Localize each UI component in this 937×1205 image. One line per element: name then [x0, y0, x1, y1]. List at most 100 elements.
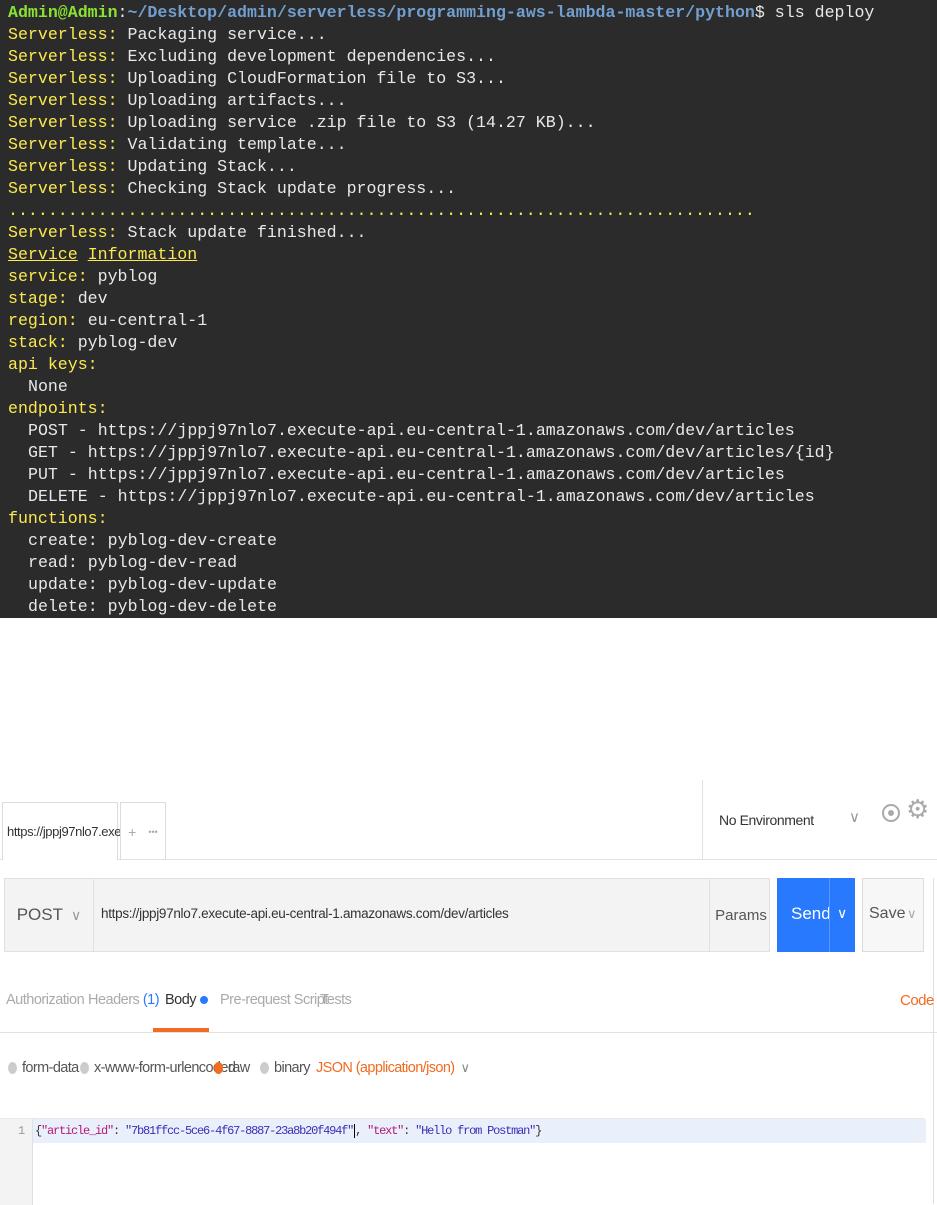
log-line: Serverless: Packaging service...	[8, 24, 937, 46]
log-line: Serverless: Updating Stack...	[8, 156, 937, 178]
tab-headers[interactable]: Headers (1)	[88, 992, 160, 1008]
active-tab-underline	[153, 1028, 209, 1032]
json-key: "text"	[367, 1124, 404, 1138]
tab-bar: https://jppj97nlo7.exe + ••• No Environm…	[0, 780, 937, 860]
send-divider	[829, 878, 830, 952]
more-tabs-icon[interactable]: •••	[148, 827, 157, 837]
radio-raw[interactable]: raw	[214, 1060, 250, 1076]
log-line: Serverless: Uploading artifacts...	[8, 90, 937, 112]
gear-icon[interactable]: ⚙	[906, 794, 929, 824]
radio-icon	[8, 1062, 17, 1074]
line-gutter: 1	[0, 1119, 33, 1205]
log-prefix: Serverless:	[8, 135, 118, 154]
log-line: Serverless: Validating template...	[8, 134, 937, 156]
info-api-keys-value: None	[28, 377, 68, 396]
code-link[interactable]: Code	[900, 992, 934, 1009]
request-tab[interactable]: https://jppj97nlo7.exe	[2, 802, 122, 860]
tab-headers-label: Headers	[88, 992, 140, 1008]
prompt-user: Admin@Admin	[8, 3, 118, 22]
radio-label: raw	[228, 1060, 250, 1076]
chevron-down-icon: ∨	[849, 809, 860, 826]
info-value: eu-central-1	[87, 311, 208, 330]
save-button[interactable]: Save ∨	[862, 878, 924, 952]
environment-quick-look-icon[interactable]	[882, 804, 900, 822]
save-options-chevron-icon[interactable]: ∨	[907, 906, 917, 922]
log-prefix: Serverless:	[8, 69, 118, 88]
tab-authorization[interactable]: Authorization	[6, 992, 85, 1008]
send-label: Send	[791, 904, 831, 923]
json-value: "7b81ffcc-5ce6-4f67-8887-23a8b20f494f"	[125, 1124, 354, 1138]
log-prefix: Serverless:	[8, 25, 118, 44]
method-select[interactable]: POST ∨	[5, 879, 94, 951]
info-service: service: pyblog	[8, 266, 937, 288]
terminal-window[interactable]: Admin@Admin:~/Desktop/admin/serverless/p…	[0, 0, 937, 618]
log-text: Uploading CloudFormation file to S3...	[127, 69, 506, 88]
info-stack: stack: pyblog-dev	[8, 332, 937, 354]
log-text: Packaging service...	[127, 25, 327, 44]
log-line: Serverless: Stack update finished...	[8, 222, 937, 244]
info-key: region:	[8, 311, 78, 330]
log-prefix: Serverless:	[8, 157, 118, 176]
log-prefix: Serverless:	[8, 179, 118, 198]
tab-body-label: Body	[165, 992, 197, 1008]
info-stage: stage: dev	[8, 288, 937, 310]
info-header: Service Information	[8, 244, 937, 266]
radio-icon	[80, 1062, 89, 1074]
log-text: Checking Stack update progress...	[127, 179, 457, 198]
send-options-chevron-icon[interactable]: ∨	[837, 905, 847, 922]
request-bar: POST ∨ https://jppj97nlo7.execute-api.eu…	[0, 878, 937, 952]
info-value: pyblog	[97, 267, 158, 286]
radio-urlencoded[interactable]: x-www-form-urlencoded	[80, 1060, 236, 1076]
url-box: POST ∨ https://jppj97nlo7.execute-api.eu…	[4, 878, 770, 952]
chevron-down-icon: ∨	[460, 1060, 471, 1075]
log-line: Serverless: Uploading service .zip file …	[8, 112, 937, 134]
endpoint-line: GET - https://jppj97nlo7.execute-api.eu-…	[28, 443, 835, 462]
function-line: read: pyblog-dev-read	[28, 553, 238, 572]
function-line: update: pyblog-dev-update	[28, 575, 277, 594]
environment-select[interactable]: No Environment ∨	[702, 780, 872, 860]
body-indicator-dot-icon	[200, 996, 209, 1005]
method-label: POST	[16, 905, 64, 924]
progress-dots: ........................................…	[8, 201, 755, 220]
save-label: Save	[869, 905, 906, 922]
info-value: pyblog-dev	[77, 333, 178, 352]
radio-binary[interactable]: binary	[260, 1060, 311, 1076]
log-prefix: Serverless:	[8, 91, 118, 110]
log-prefix: Serverless:	[8, 223, 118, 242]
prompt-path: ~/Desktop/admin/serverless/programming-a…	[127, 3, 755, 22]
url-input[interactable]: https://jppj97nlo7.execute-api.eu-centra…	[101, 906, 509, 921]
function-line: delete: pyblog-dev-delete	[28, 597, 277, 616]
add-tab-icon[interactable]: +	[128, 824, 136, 840]
function-line: create: pyblog-dev-create	[28, 531, 277, 550]
content-type-select[interactable]: JSON (application/json) ∨	[316, 1060, 471, 1076]
prompt-command: $ sls deploy	[754, 3, 875, 22]
log-line: Serverless: Excluding development depend…	[8, 46, 937, 68]
endpoint-line: DELETE - https://jppj97nlo7.execute-api.…	[28, 487, 815, 506]
send-button[interactable]: Send ∨	[777, 878, 855, 952]
log-line: Serverless: Uploading CloudFormation fil…	[8, 68, 937, 90]
body-editor[interactable]: 1 {"article_id": "7b81ffcc-5ce6-4f67-888…	[0, 1118, 926, 1205]
line-number: 1	[18, 1124, 26, 1138]
tab-tests[interactable]: Tests	[320, 992, 352, 1008]
log-text: Updating Stack...	[127, 157, 297, 176]
log-text: Uploading artifacts...	[127, 91, 347, 110]
radio-icon	[260, 1062, 269, 1074]
content-type-label: JSON (application/json)	[316, 1060, 455, 1076]
tab-body[interactable]: Body	[165, 992, 209, 1008]
prompt-line: Admin@Admin:~/Desktop/admin/serverless/p…	[8, 3, 875, 22]
request-tabs: Authorization Headers (1) Body Pre-reque…	[0, 980, 937, 1033]
radio-form-data[interactable]: form-data	[8, 1060, 79, 1076]
radio-label: binary	[274, 1060, 311, 1076]
info-functions: functions:	[8, 509, 108, 528]
log-line: Serverless: Checking Stack update progre…	[8, 178, 937, 200]
params-button[interactable]: Params	[709, 879, 772, 951]
log-text: Stack update finished...	[127, 223, 367, 242]
request-tab-label: https://jppj97nlo7.exe	[7, 824, 122, 839]
body-type-options: form-data x-www-form-urlencoded raw bina…	[0, 1056, 937, 1084]
endpoint-line: PUT - https://jppj97nlo7.execute-api.eu-…	[28, 465, 785, 484]
radio-selected-icon	[214, 1062, 223, 1074]
code-line[interactable]: {"article_id": "7b81ffcc-5ce6-4f67-8887-…	[33, 1119, 926, 1143]
info-key: stack:	[8, 333, 68, 352]
tab-actions: + •••	[120, 802, 166, 860]
tab-prerequest-script[interactable]: Pre-request Script	[220, 992, 328, 1008]
